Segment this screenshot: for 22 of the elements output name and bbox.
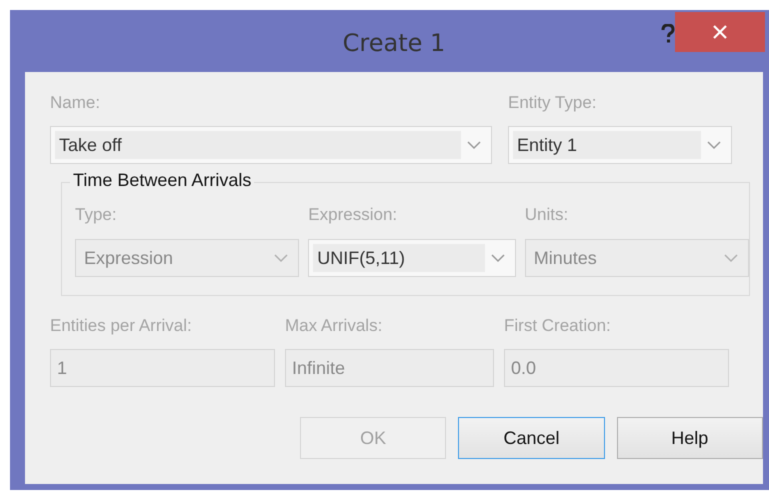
field-label: Units: — [524, 205, 570, 226]
field-label: Max Arrivals: — [285, 316, 384, 337]
window-title: Create 1 — [342, 29, 446, 57]
field-label: First Creation: — [504, 316, 612, 337]
dialog-button[interactable]: Cancel — [458, 417, 605, 459]
dropdown[interactable]: Take off — [50, 126, 492, 164]
chevron-down-icon — [467, 140, 481, 150]
field-label: Entities per Arrival: — [50, 316, 193, 337]
dropdown[interactable]: Entity 1 — [508, 126, 732, 164]
chevron-down-icon — [707, 140, 721, 150]
chevron-down-icon — [490, 253, 505, 263]
field-label: Type: — [75, 205, 118, 226]
close-button[interactable] — [675, 12, 765, 52]
dropdown[interactable]: UNIF(5,11) — [308, 239, 516, 277]
field-label: Expression: — [308, 205, 398, 226]
chevron-down-icon — [274, 253, 288, 263]
chevron-down-icon — [724, 253, 738, 263]
help-icon[interactable] — [661, 24, 675, 44]
close-icon — [713, 25, 727, 39]
field-label: Name: — [50, 93, 102, 114]
field-label: Entity Type: — [508, 93, 598, 114]
dialog-button[interactable]: Help — [616, 417, 763, 459]
